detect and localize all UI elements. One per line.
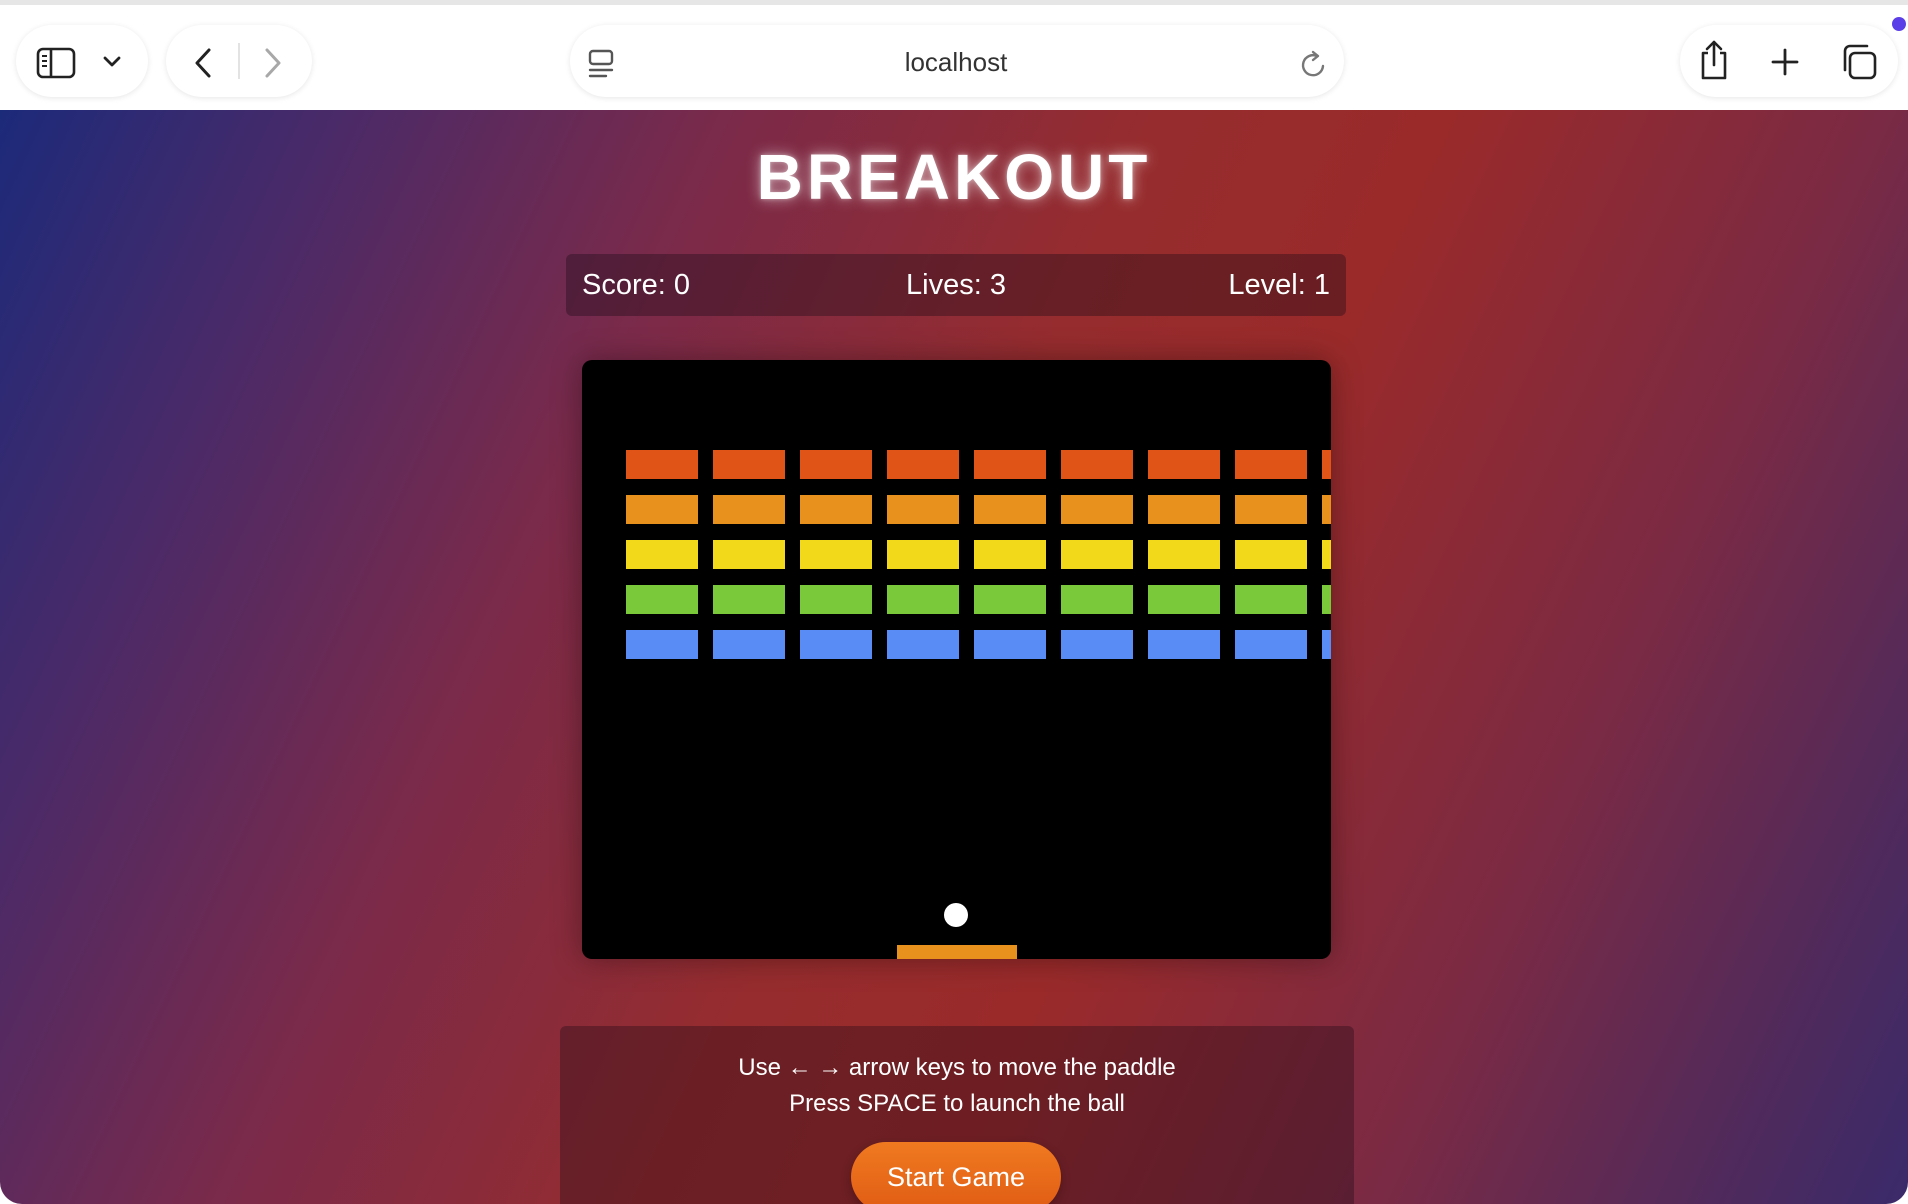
brick xyxy=(887,540,959,569)
brick xyxy=(1235,630,1307,659)
brick xyxy=(974,450,1046,479)
ball xyxy=(944,903,968,927)
brick xyxy=(1322,450,1331,479)
brick xyxy=(713,540,785,569)
brick xyxy=(626,450,698,479)
brick xyxy=(1235,585,1307,614)
brick xyxy=(974,540,1046,569)
paddle xyxy=(897,945,1017,959)
instructions-panel: Use ← → arrow keys to move the paddle Pr… xyxy=(560,1026,1354,1204)
brick xyxy=(1322,540,1331,569)
brick xyxy=(800,585,872,614)
start-game-button[interactable]: Start Game xyxy=(851,1142,1061,1204)
brick xyxy=(713,450,785,479)
back-arrow-icon[interactable] xyxy=(192,47,214,79)
sidebar-icon[interactable] xyxy=(36,47,76,79)
instruction-launch: Press SPACE to launch the ball xyxy=(789,1090,1125,1117)
brick xyxy=(800,450,872,479)
brick xyxy=(1322,630,1331,659)
page-menu-icon[interactable] xyxy=(588,49,614,79)
brick xyxy=(626,630,698,659)
brick xyxy=(1322,585,1331,614)
brick xyxy=(1148,450,1220,479)
brick xyxy=(1061,630,1133,659)
brick xyxy=(1148,540,1220,569)
brick xyxy=(626,585,698,614)
reload-icon[interactable] xyxy=(1300,49,1328,79)
brick xyxy=(1148,630,1220,659)
brick xyxy=(887,630,959,659)
url-text[interactable]: localhost xyxy=(900,41,1012,83)
brick xyxy=(1061,540,1133,569)
brick xyxy=(713,585,785,614)
game-field xyxy=(626,450,1331,959)
chevron-down-icon[interactable] xyxy=(102,55,122,69)
game-title: BREAKOUT xyxy=(756,141,1152,213)
brick xyxy=(1061,495,1133,524)
brick xyxy=(1148,585,1220,614)
score-bar: Score: 0 Lives: 3 Level: 1 xyxy=(566,254,1346,316)
brick xyxy=(626,495,698,524)
brick xyxy=(1235,540,1307,569)
plus-icon[interactable] xyxy=(1770,47,1800,77)
brick xyxy=(1322,495,1331,524)
brick xyxy=(887,585,959,614)
nav-separator xyxy=(238,43,240,79)
instruction-move: Use ← → arrow keys to move the paddle xyxy=(738,1054,1176,1081)
tabs-overview-icon[interactable] xyxy=(1840,43,1878,81)
brick xyxy=(1061,585,1133,614)
brick xyxy=(800,495,872,524)
game-canvas[interactable] xyxy=(582,360,1331,959)
browser-toolbar: localhost xyxy=(0,0,1908,110)
share-icon[interactable] xyxy=(1698,39,1730,81)
brick xyxy=(713,495,785,524)
brick xyxy=(974,495,1046,524)
brick xyxy=(887,495,959,524)
brick xyxy=(1235,450,1307,479)
brick xyxy=(974,630,1046,659)
notification-dot xyxy=(1892,17,1906,31)
brick xyxy=(1235,495,1307,524)
brick xyxy=(1061,450,1133,479)
brick xyxy=(887,450,959,479)
brick xyxy=(974,585,1046,614)
brick xyxy=(800,630,872,659)
forward-arrow-icon[interactable] xyxy=(262,47,284,79)
brick xyxy=(626,540,698,569)
brick xyxy=(713,630,785,659)
brick xyxy=(1148,495,1220,524)
brick xyxy=(800,540,872,569)
game-page: BREAKOUT Score: 0 Lives: 3 Level: 1 Use … xyxy=(0,110,1908,1204)
level-display: Level: 1 xyxy=(1228,269,1330,301)
